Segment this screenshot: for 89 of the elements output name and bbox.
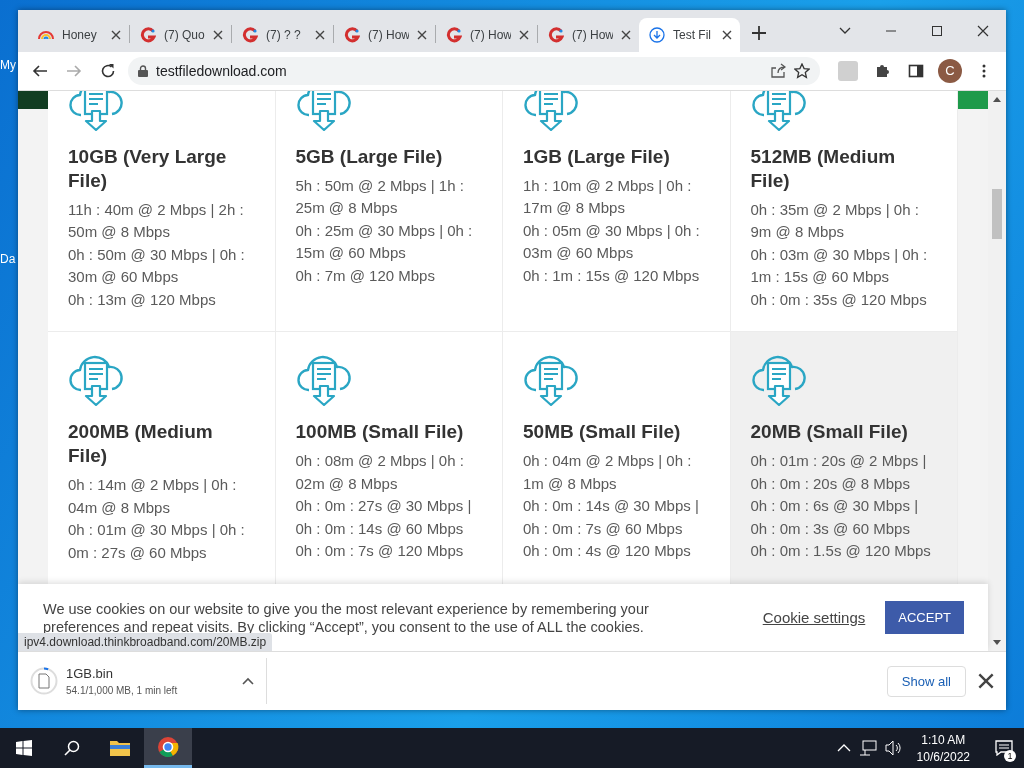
card-title: 50MB (Small File) (523, 420, 682, 445)
chevron-up-icon[interactable] (836, 744, 851, 752)
browser-tab[interactable]: Test Fil (639, 17, 740, 52)
maximize-icon[interactable] (931, 24, 943, 37)
card-title: 20MB (Small File) (750, 420, 909, 445)
chrome-icon (157, 735, 179, 758)
close-icon[interactable] (722, 29, 732, 40)
download-time-text: 0h : 04m @ 2 Mbps | 0h : 1m @ 8 Mbps (523, 451, 693, 494)
scrollbar[interactable] (988, 90, 1006, 652)
close-icon[interactable] (977, 24, 989, 37)
download-time-text: 0h : 50m @ 30 Mbps | 0h : 30m @ 60 Mbps (68, 244, 246, 288)
g-logo-icon (344, 26, 360, 43)
download-time-text: 0h : 01m @ 30 Mbps | 0h : 0m : 27s @ 60 Mbps (68, 520, 246, 563)
download-time-text: 0h : 03m @ 30 Mbps | 0h : 1m : 15s @ 60 Mbps (750, 244, 929, 288)
lock-icon (138, 64, 148, 77)
scroll-up-icon[interactable] (993, 97, 1001, 103)
card-title: 200MB (Medium File) (68, 420, 214, 469)
download-time-text: 0h : 05m @ 30 Mbps | 0h : 03m @ 60 Mbps (523, 220, 701, 264)
caret-up-icon[interactable] (242, 677, 254, 686)
file-card[interactable]: 20MB (Small File) 0h : 01m : 20s @ 2 Mbps | 0h : 0m : 20s @ 8 Mbps 0h : 0m : 6s @ 30 Mbps | 0h : 0m : 3s @ 60 Mbps 0h : 0m : 1.5s @ 120 Mbps (730, 332, 958, 586)
download-time-text: 0h : 0m : 1.5s @ 120 Mbps (750, 541, 932, 562)
close-icon[interactable] (315, 29, 325, 40)
search-icon[interactable] (64, 740, 80, 756)
download-time-text: 0h : 25m @ 30 Mbps | 0h : 15m @ 60 Mbps (295, 220, 474, 264)
clock-date[interactable]: 10/6/2022 (916, 749, 970, 764)
g-logo-icon (548, 26, 564, 43)
download-progress-text: 54.1/1,000 MB, 1 min left (66, 685, 179, 697)
download-icon (649, 26, 665, 43)
download-time-text: 0h : 0m : 6s @ 30 Mbps | 0h : 0m : 3s @ 60 Mbps (750, 496, 920, 539)
desktop-icon-label[interactable]: Da (0, 252, 18, 266)
browser-tab[interactable]: (7) Quo (130, 17, 231, 52)
download-time-text: 0h : 0m : 4s @ 120 Mbps (523, 541, 692, 562)
accept-button[interactable]: ACCEPT (885, 601, 964, 635)
download-time-text: 0h : 35m @ 2 Mbps | 0h : 9m @ 8 Mbps (750, 199, 920, 243)
back-icon[interactable] (32, 62, 48, 79)
star-icon[interactable] (794, 62, 810, 79)
card-title: 512MB (Medium File) (750, 144, 897, 193)
network-icon[interactable] (858, 740, 877, 756)
g-logo-icon (446, 26, 462, 43)
download-time-text: 0h : 0m : 7s @ 120 Mbps (295, 541, 465, 562)
share-icon[interactable] (770, 62, 786, 79)
scroll-down-icon[interactable] (993, 639, 1001, 645)
card-title: 10GB (Very Large File) (68, 144, 228, 193)
close-icon[interactable] (978, 673, 994, 690)
link-status-tooltip: ipv4.download.thinkbroadband.com/20MB.zip (18, 633, 273, 652)
browser-tab[interactable]: (7) ? ? (232, 17, 333, 52)
file-card[interactable]: 512MB (Medium File) 0h : 35m @ 2 Mbps | 0h : 9m @ 8 Mbps 0h : 03m @ 30 Mbps | 0h : 1m : 15s @ 60 Mbps 0h : 0m : 35s @ 120 Mbps (730, 90, 958, 333)
close-icon[interactable] (213, 29, 223, 40)
taskbar-button[interactable] (144, 728, 192, 768)
puzzle-icon[interactable] (874, 62, 890, 79)
download-time-text: 1h : 10m @ 2 Mbps | 0h : 17m @ 8 Mbps (523, 175, 693, 219)
file-card[interactable]: 10GB (Very Large File) 11h : 40m @ 2 Mbps | 2h : 50m @ 8 Mbps 0h : 50m @ 30 Mbps | 0h : 30m @ 60 Mbps 0h : 13m @ 120 Mbps (48, 90, 276, 333)
g-logo-icon (140, 26, 156, 43)
reload-icon[interactable] (100, 62, 116, 79)
file-card[interactable]: 5GB (Large File) 5h : 50m @ 2 Mbps | 1h : 25m @ 8 Mbps 0h : 25m @ 30 Mbps | 0h : 15m @ 60 Mbps 0h : 7m @ 120 Mbps (275, 90, 503, 333)
desktop-icon-label[interactable]: My (0, 58, 18, 72)
file-name: 1GB.bin (66, 666, 114, 682)
card-title: 5GB (Large File) (295, 144, 444, 169)
download-time-text: 0h : 7m @ 120 Mbps (295, 265, 436, 286)
cookie-settings-link[interactable]: Cookie settings (762, 609, 866, 627)
download-time-text: 0h : 08m @ 2 Mbps | 0h : 02m @ 8 Mbps (295, 451, 465, 494)
download-time-text: 0h : 13m @ 120 Mbps (68, 289, 217, 310)
download-time-text: 0h : 1m : 15s @ 120 Mbps (523, 265, 701, 286)
close-icon[interactable] (621, 29, 631, 40)
download-time-text: 11h : 40m @ 2 Mbps | 2h : 50m @ 8 Mbps (68, 199, 245, 243)
card-title: 1GB (Large File) (523, 144, 671, 169)
volume-icon[interactable] (884, 740, 903, 756)
download-time-text: 0h : 0m : 27s @ 30 Mbps | 0h : 0m : 14s @ 60 Mbps (295, 496, 473, 539)
close-icon[interactable] (111, 29, 121, 40)
scrollbar-thumb[interactable] (992, 188, 1002, 239)
browser-tab[interactable]: Honey (28, 17, 129, 52)
close-icon[interactable] (519, 29, 529, 40)
side-panel-icon[interactable] (908, 62, 924, 79)
new-tab-icon[interactable] (752, 25, 766, 40)
download-time-text: 0h : 14m @ 2 Mbps | 0h : 04m @ 8 Mbps (68, 475, 238, 518)
download-time-text: 5h : 50m @ 2 Mbps | 1h : 25m @ 8 Mbps (295, 175, 465, 219)
download-time-text: 0h : 0m : 14s @ 30 Mbps | 0h : 0m : 7s @ 60 Mbps (523, 496, 700, 539)
notification-badge: 1 (1004, 750, 1016, 762)
g-logo-icon (242, 26, 258, 43)
download-time-text: 0h : 0m : 35s @ 120 Mbps (750, 289, 928, 310)
address-bar[interactable]: testfiledownload.com (128, 56, 820, 85)
windows-start-icon[interactable] (16, 740, 32, 756)
card-title: 100MB (Small File) (295, 420, 465, 445)
show-all-button[interactable]: Show all (886, 665, 966, 697)
download-time-text: 0h : 01m : 20s @ 2 Mbps | 0h : 0m : 20s @ 8 Mbps (750, 451, 928, 494)
file-card[interactable]: 1GB (Large File) 1h : 10m @ 2 Mbps | 0h : 17m @ 8 Mbps 0h : 05m @ 30 Mbps | 0h : 03m @ 60 Mbps 0h : 1m : 15s @ 120 Mbps (503, 90, 731, 333)
clock-time[interactable]: 1:10 AM (921, 732, 966, 747)
close-icon[interactable] (417, 29, 427, 40)
profile-avatar[interactable]: C (938, 58, 962, 83)
